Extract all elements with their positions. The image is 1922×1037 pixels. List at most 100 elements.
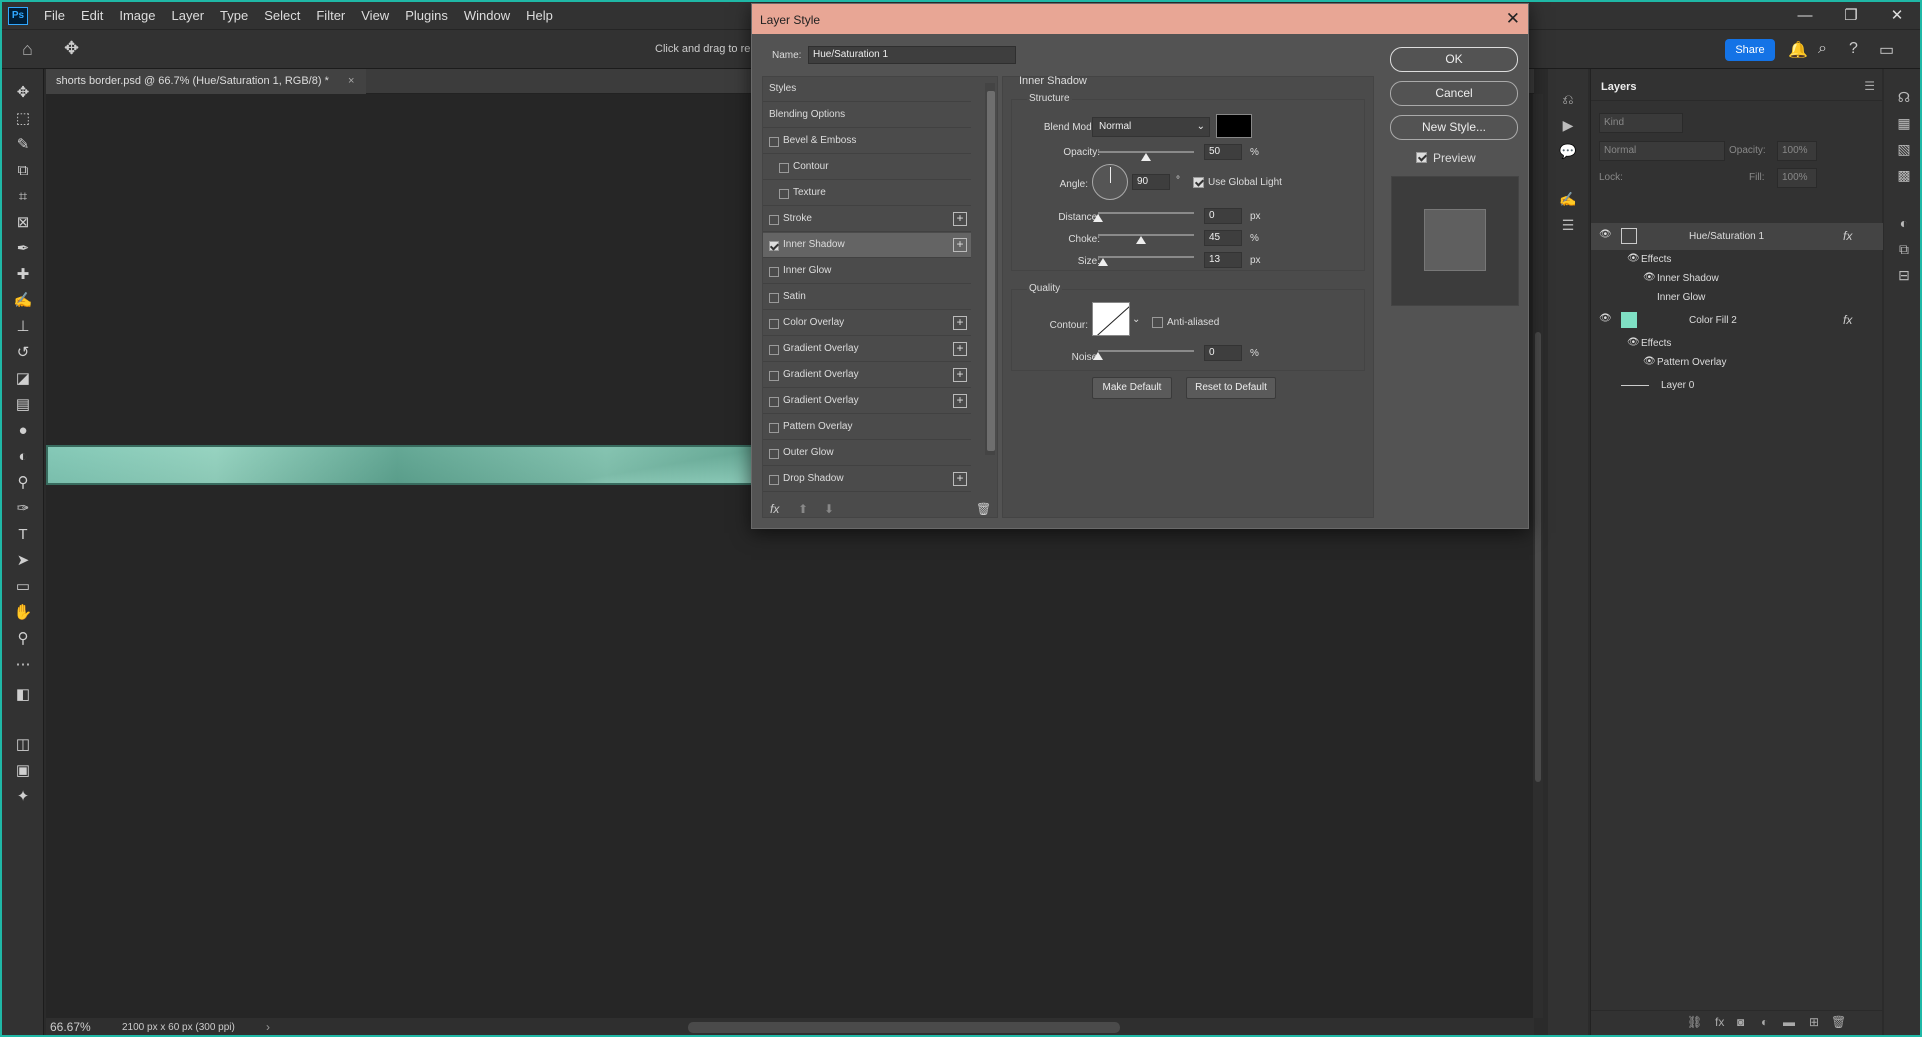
visibility-eye-icon[interactable]: 👁 — [1599, 313, 1612, 324]
move-up-icon[interactable]: ⬆ — [798, 502, 808, 516]
opacity-slider-knob[interactable] — [1141, 153, 1151, 161]
frame-tool-icon[interactable]: ⊠ — [12, 213, 34, 233]
channels-icon[interactable]: ⊟ — [1894, 265, 1914, 285]
effect-eye-icon[interactable]: 👁 — [1627, 337, 1640, 348]
add-style-icon[interactable]: fx — [1715, 1015, 1724, 1029]
noise-field[interactable]: 0 — [1204, 345, 1242, 361]
libraries-icon[interactable]: ⧉ — [1894, 239, 1914, 259]
style-checkbox[interactable] — [769, 215, 779, 225]
minimize-button[interactable]: — — [1782, 2, 1828, 29]
style-checkbox[interactable] — [769, 371, 779, 381]
layer-effect-row[interactable]: 👁 Inner Shadow — [1591, 269, 1883, 288]
tab-close-icon[interactable]: × — [348, 69, 354, 94]
effect-eye-icon[interactable]: 👁 — [1643, 272, 1656, 283]
name-field[interactable]: Hue/Saturation 1 — [808, 46, 1016, 64]
menu-plugins[interactable]: Plugins — [397, 2, 456, 29]
style-checkbox[interactable] — [779, 189, 789, 199]
make-default-button[interactable]: Make Default — [1092, 377, 1172, 399]
style-checkbox[interactable] — [769, 475, 779, 485]
path-select-tool-icon[interactable]: ➤ — [12, 551, 34, 571]
menu-layer[interactable]: Layer — [164, 2, 213, 29]
layer-row[interactable]: Layer 0 — [1591, 372, 1883, 399]
add-instance-icon[interactable]: + — [953, 368, 967, 382]
object-select-tool-icon[interactable]: ⧉ — [12, 161, 34, 181]
zoom-tool-icon[interactable]: ⚲ — [12, 629, 34, 649]
gradient-tool-icon[interactable]: ▤ — [12, 395, 34, 415]
choke-slider-knob[interactable] — [1136, 236, 1147, 244]
menu-select[interactable]: Select — [256, 2, 308, 29]
style-item-inner-shadow[interactable]: Inner Shadow + — [763, 233, 971, 258]
brush-settings-icon[interactable]: ✍ — [1558, 189, 1578, 209]
style-item-gradient-overlay[interactable]: Gradient Overlay + — [763, 389, 971, 414]
menu-help[interactable]: Help — [518, 2, 561, 29]
style-item-outer-glow[interactable]: Outer Glow — [763, 441, 971, 466]
add-instance-icon[interactable]: + — [953, 316, 967, 330]
kind-filter[interactable]: Kind — [1599, 113, 1683, 133]
layer-fx-icon[interactable]: fx — [1843, 229, 1852, 243]
clone-stamp-tool-icon[interactable]: ⊥ — [12, 317, 34, 337]
effect-eye-icon[interactable]: 👁 — [1627, 253, 1640, 264]
screen-mode-icon[interactable]: ▣ — [12, 761, 34, 781]
dodge-tool-icon[interactable]: ◐ — [12, 447, 34, 467]
new-style-button[interactable]: New Style... — [1390, 115, 1518, 140]
layer-opacity-field[interactable]: 100% — [1777, 141, 1817, 161]
size-slider-knob[interactable] — [1097, 258, 1108, 266]
layer-effect-row[interactable]: 👁 Effects — [1591, 334, 1883, 353]
menu-view[interactable]: View — [353, 2, 397, 29]
type-tool-icon[interactable]: T — [12, 525, 34, 545]
quick-select-tool-icon[interactable]: ✎ — [12, 135, 34, 155]
noise-slider-knob[interactable] — [1093, 352, 1103, 360]
style-item-blending-options[interactable]: Blending Options — [763, 103, 971, 128]
opacity-field[interactable]: 50 — [1204, 144, 1242, 160]
menu-edit[interactable]: Edit — [73, 2, 111, 29]
style-checkbox[interactable] — [769, 293, 779, 303]
style-item-inner-glow[interactable]: Inner Glow — [763, 259, 971, 284]
history-brush-tool-icon[interactable]: ↺ — [12, 343, 34, 363]
menu-window[interactable]: Window — [456, 2, 518, 29]
add-mask-icon[interactable]: ◙ — [1737, 1015, 1744, 1029]
history-icon[interactable]: ⎌ — [1558, 89, 1578, 109]
reset-default-button[interactable]: Reset to Default — [1186, 377, 1276, 399]
layers-title[interactable]: Layers — [1601, 81, 1636, 93]
patterns-icon[interactable]: ▩ — [1894, 165, 1914, 185]
angle-field[interactable]: 90 — [1132, 174, 1170, 190]
layer-fx-icon[interactable]: fx — [1843, 313, 1852, 327]
add-instance-icon[interactable]: + — [953, 472, 967, 486]
actions-icon[interactable]: ▶ — [1558, 115, 1578, 135]
gradients-icon[interactable]: ▧ — [1894, 139, 1914, 159]
style-checkbox[interactable] — [779, 163, 789, 173]
style-checkbox[interactable] — [769, 397, 779, 407]
distance-slider-track[interactable] — [1098, 212, 1194, 214]
distance-field[interactable]: 0 — [1204, 208, 1242, 224]
visibility-eye-icon[interactable]: 👁 — [1599, 229, 1612, 240]
document-tab[interactable]: shorts border.psd @ 66.7% (Hue/Saturatio… — [46, 69, 366, 94]
marquee-tool-icon[interactable]: ⬚ — [12, 109, 34, 129]
effect-eye-icon[interactable]: 👁 — [1643, 356, 1656, 367]
layer-row[interactable]: 👁 Hue/Saturation 1 fx — [1591, 223, 1883, 250]
ok-button[interactable]: OK — [1390, 47, 1518, 72]
distance-slider-knob[interactable] — [1093, 214, 1103, 222]
contour-picker[interactable] — [1092, 302, 1130, 336]
status-arrow-icon[interactable]: › — [266, 1020, 270, 1034]
style-item-styles[interactable]: Styles — [763, 77, 971, 102]
link-layers-icon[interactable]: ⛓ — [1687, 1015, 1702, 1029]
move-tool-icon[interactable]: ✥ — [64, 38, 79, 59]
move-tool-icon[interactable]: ✥ — [12, 83, 34, 103]
delete-layer-icon[interactable]: 🗑 — [1831, 1015, 1846, 1029]
delete-effect-icon[interactable]: 🗑 — [976, 502, 991, 516]
magnify-tool-icon[interactable]: ⚲ — [12, 473, 34, 493]
healing-brush-tool-icon[interactable]: ✚ — [12, 265, 34, 285]
angle-dial[interactable] — [1092, 164, 1128, 200]
use-global-light-checkbox[interactable] — [1193, 177, 1204, 188]
learn-icon[interactable]: ☊ — [1894, 87, 1914, 107]
add-instance-icon[interactable]: + — [953, 212, 967, 226]
eyedropper-tool-icon[interactable]: ✒ — [12, 239, 34, 259]
layer-row[interactable]: 👁 Color Fill 2 fx — [1591, 307, 1883, 334]
adjustments-icon[interactable]: ◐ — [1894, 213, 1914, 233]
home-icon[interactable]: ⌂ — [22, 39, 33, 60]
style-item-satin[interactable]: Satin — [763, 285, 971, 310]
menu-filter[interactable]: Filter — [308, 2, 353, 29]
layer-blend-mode[interactable]: Normal — [1599, 141, 1725, 161]
pen-tool-icon[interactable]: ✑ — [12, 499, 34, 519]
choke-field[interactable]: 45 — [1204, 230, 1242, 246]
